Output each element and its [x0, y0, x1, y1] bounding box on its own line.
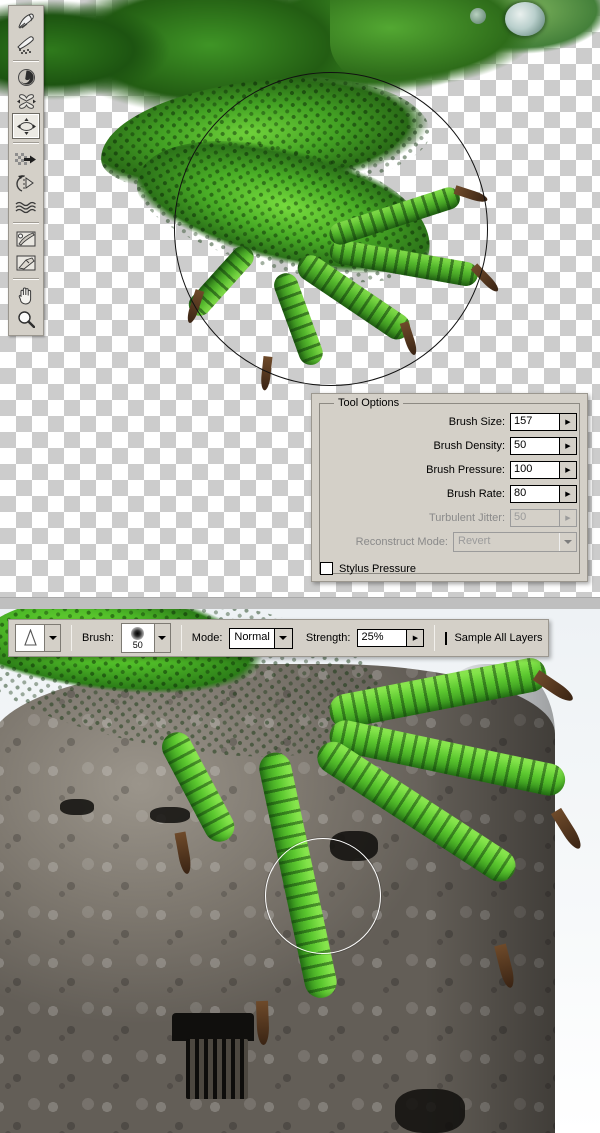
- toolbox-separator: [13, 60, 39, 62]
- mirror-tool-icon[interactable]: [13, 171, 39, 195]
- toolbar-divider: [71, 625, 72, 651]
- brush-size-stepper-icon[interactable]: ▶: [559, 414, 576, 430]
- mode-label: Mode:: [191, 632, 223, 644]
- lizard-eye: [505, 2, 545, 36]
- brush-size-row[interactable]: Brush Size: 157 ▶: [312, 413, 577, 431]
- brush-rate-spinner[interactable]: 80 ▶: [510, 485, 577, 503]
- brush-size-label: Brush Size:: [448, 416, 505, 428]
- brush-pressure-stepper-icon[interactable]: ▶: [559, 462, 576, 478]
- liquify-toolbox[interactable]: [8, 5, 44, 336]
- brush-pressure-spinner[interactable]: 100 ▶: [510, 461, 577, 479]
- toolbox-separator: [13, 142, 39, 144]
- mode-chevron-down-icon[interactable]: [273, 628, 292, 648]
- separator-line: [0, 597, 600, 598]
- active-tool-well[interactable]: [15, 624, 61, 652]
- brush-density-spinner[interactable]: 50 ▶: [510, 437, 577, 455]
- sample-all-layers-label: Sample All Layers: [454, 632, 543, 644]
- brush-preset-well[interactable]: 50: [120, 623, 171, 653]
- push-left-tool-icon[interactable]: [13, 147, 39, 171]
- brush-density-stepper-icon[interactable]: ▶: [559, 438, 576, 454]
- brush-density-input[interactable]: 50: [511, 438, 559, 454]
- reconstruct-mode-label: Reconstruct Mode:: [355, 536, 448, 548]
- brush-density-label: Brush Density:: [433, 440, 505, 452]
- reconstruct-mode-value: Revert: [458, 535, 491, 547]
- wall-opening: [330, 831, 378, 861]
- turbulent-jitter-row: Turbulent Jitter: 50 ▶: [312, 509, 577, 527]
- brush-tip-icon: [131, 627, 145, 640]
- mode-value[interactable]: Normal: [230, 629, 273, 648]
- brush-rate-stepper-icon[interactable]: ▶: [559, 486, 576, 502]
- strength-input[interactable]: 25%: [358, 630, 407, 646]
- stylus-pressure-row[interactable]: Stylus Pressure: [320, 562, 416, 575]
- chevron-down-icon: [559, 533, 576, 551]
- tool-options-panel[interactable]: Tool Options Brush Size: 157 ▶ Brush Den…: [311, 393, 588, 582]
- turbulent-jitter-spinner: 50 ▶: [510, 509, 577, 527]
- brush-pressure-label: Brush Pressure:: [426, 464, 505, 476]
- brush-pressure-row[interactable]: Brush Pressure: 100 ▶: [312, 461, 577, 479]
- brush-chevron-down-icon[interactable]: [153, 624, 170, 652]
- hand-tool-icon[interactable]: [13, 283, 39, 307]
- brush-rate-label: Brush Rate:: [446, 488, 505, 500]
- wall-opening: [150, 807, 190, 823]
- tower-window-bars: [186, 1039, 248, 1099]
- tower-window: [172, 1013, 254, 1041]
- freeze-mask-tool-icon[interactable]: [13, 227, 39, 251]
- brush-size-spinner[interactable]: 157 ▶: [510, 413, 577, 431]
- reconstruct-mode-row: Reconstruct Mode: Revert: [312, 532, 577, 552]
- reconstruct-mode-select: Revert: [453, 532, 577, 552]
- tool-preset-chevron-down-icon[interactable]: [44, 625, 60, 651]
- strength-label: Strength:: [305, 632, 351, 644]
- toolbox-separator: [13, 222, 39, 224]
- toolbar-divider: [180, 625, 182, 651]
- stylus-pressure-label: Stylus Pressure: [339, 562, 417, 575]
- turbulent-jitter-input: 50: [511, 510, 559, 526]
- brush-label: Brush:: [82, 632, 114, 644]
- turbulent-jitter-label: Turbulent Jitter:: [428, 512, 505, 524]
- blur-tool-icon[interactable]: [16, 625, 44, 651]
- thaw-mask-tool-icon[interactable]: [13, 251, 39, 275]
- bloat-tool-icon[interactable]: [12, 113, 40, 139]
- strength-spinner[interactable]: 25% ▶: [357, 629, 425, 647]
- lizard-claw: [256, 1000, 270, 1046]
- strength-stepper-icon[interactable]: ▶: [406, 630, 424, 646]
- zoom-tool-icon[interactable]: [13, 307, 39, 331]
- toolbox-separator: [13, 278, 39, 280]
- tower-shadow: [425, 664, 555, 1133]
- mode-select[interactable]: Normal: [229, 627, 293, 649]
- reconstruct-tool-icon[interactable]: [13, 33, 39, 57]
- wall-opening: [60, 799, 94, 815]
- forward-warp-tool-icon[interactable]: [13, 9, 39, 33]
- brush-pressure-input[interactable]: 100: [511, 462, 559, 478]
- brush-density-row[interactable]: Brush Density: 50 ▶: [312, 437, 577, 455]
- tool-options-bar[interactable]: Brush: 50 Mode: Normal Strength: 25% ▶ S…: [8, 619, 549, 657]
- brush-size-input[interactable]: 157: [511, 414, 559, 430]
- sample-all-layers-checkbox[interactable]: [445, 631, 448, 645]
- document-canvas[interactable]: [0, 609, 600, 1133]
- lizard-claw: [399, 321, 419, 357]
- lizard-claw: [259, 356, 273, 391]
- turbulence-tool-icon[interactable]: [13, 195, 39, 219]
- brush-size-value: 50: [132, 640, 143, 650]
- brush-rate-row[interactable]: Brush Rate: 80 ▶: [312, 485, 577, 503]
- toolbar-divider: [434, 625, 436, 651]
- twirl-clockwise-tool-icon[interactable]: [13, 65, 39, 89]
- brush-rate-input[interactable]: 80: [511, 486, 559, 502]
- tool-options-title: Tool Options: [334, 397, 404, 409]
- wall-opening: [395, 1089, 465, 1133]
- lizard-eye-far: [470, 8, 486, 24]
- brush-preview[interactable]: 50: [121, 624, 154, 652]
- stylus-pressure-checkbox[interactable]: [320, 562, 333, 575]
- image-separator-band: [0, 597, 600, 609]
- turbulent-jitter-stepper-icon: ▶: [559, 510, 576, 526]
- pucker-tool-icon[interactable]: [13, 89, 39, 113]
